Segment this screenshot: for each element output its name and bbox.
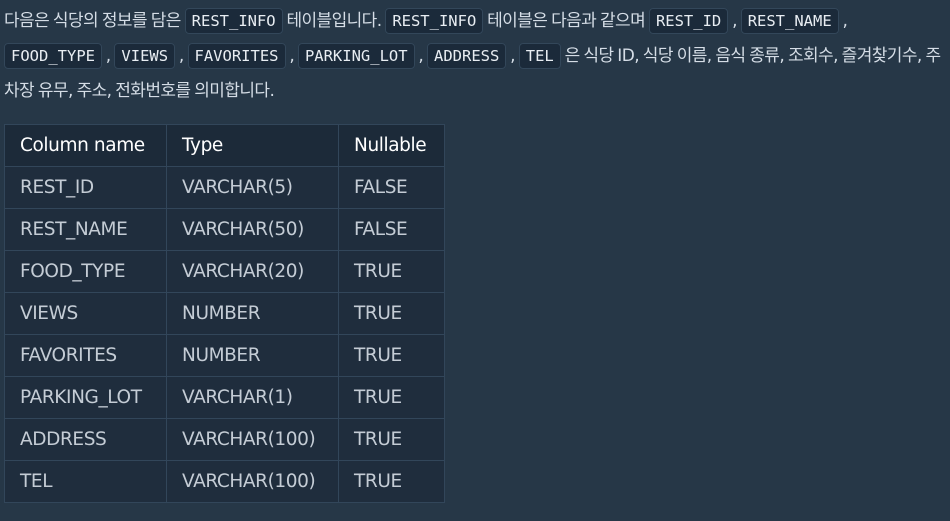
inline-code-column: ADDRESS: [427, 43, 507, 69]
cell-column-name: REST_NAME: [4, 208, 167, 251]
table-row: FAVORITES NUMBER TRUE: [4, 334, 445, 377]
table-header-row: Column name Type Nullable: [4, 124, 445, 167]
description-text: 테이블입니다.: [282, 11, 386, 31]
description-text: 테이블은 다음과 같으며: [483, 11, 649, 31]
cell-nullable: FALSE: [338, 208, 445, 251]
table-row: REST_NAME VARCHAR(50) FALSE: [4, 208, 445, 251]
description-text: 다음은 식당의 정보를 담은: [4, 11, 185, 31]
schema-table: Column name Type Nullable REST_ID VARCHA…: [4, 124, 445, 503]
table-row: PARKING_LOT VARCHAR(1) TRUE: [4, 376, 445, 419]
separator: ,: [728, 11, 741, 31]
cell-nullable: FALSE: [338, 166, 445, 209]
cell-column-name: REST_ID: [4, 166, 167, 209]
cell-nullable: TRUE: [338, 418, 445, 461]
problem-content: 다음은 식당의 정보를 담은 REST_INFO 테이블입니다. REST_IN…: [0, 0, 950, 521]
cell-type: VARCHAR(20): [166, 250, 339, 293]
column-header-nullable: Nullable: [338, 124, 445, 167]
cell-nullable: TRUE: [338, 292, 445, 335]
inline-code-column: REST_ID: [648, 8, 729, 34]
inline-code-column: VIEWS: [114, 43, 176, 69]
separator: ,: [102, 46, 115, 66]
table-row: TEL VARCHAR(100) TRUE: [4, 460, 445, 503]
cell-type: VARCHAR(5): [166, 166, 339, 209]
inline-code-column: PARKING_LOT: [297, 43, 415, 69]
cell-nullable: TRUE: [338, 334, 445, 377]
table-row: FOOD_TYPE VARCHAR(20) TRUE: [4, 250, 445, 293]
cell-type: VARCHAR(100): [166, 460, 339, 503]
separator: ,: [506, 46, 519, 66]
table-row: ADDRESS VARCHAR(100) TRUE: [4, 418, 445, 461]
inline-code-column: FAVORITES: [187, 43, 286, 69]
cell-type: VARCHAR(50): [166, 208, 339, 251]
separator: ,: [838, 11, 848, 31]
cell-type: NUMBER: [166, 292, 339, 335]
inline-code-column: REST_NAME: [740, 8, 839, 34]
cell-column-name: VIEWS: [4, 292, 167, 335]
cell-nullable: TRUE: [338, 376, 445, 419]
separator: ,: [285, 46, 298, 66]
inline-code-column: TEL: [518, 43, 561, 69]
cell-column-name: TEL: [4, 460, 167, 503]
cell-column-name: ADDRESS: [4, 418, 167, 461]
separator: ,: [414, 46, 428, 66]
cell-type: VARCHAR(100): [166, 418, 339, 461]
inline-code-table-name: REST_INFO: [184, 8, 283, 34]
cell-column-name: FOOD_TYPE: [4, 250, 167, 293]
table-row: REST_ID VARCHAR(5) FALSE: [4, 166, 445, 209]
column-header-type: Type: [166, 124, 339, 167]
inline-code-column: FOOD_TYPE: [4, 43, 102, 69]
table-description: 다음은 식당의 정보를 담은 REST_INFO 테이블입니다. REST_IN…: [4, 4, 946, 109]
cell-nullable: TRUE: [338, 250, 445, 293]
cell-nullable: TRUE: [338, 460, 445, 503]
cell-type: NUMBER: [166, 334, 339, 377]
cell-type: VARCHAR(1): [166, 376, 339, 419]
separator: ,: [175, 46, 188, 66]
inline-code-table-name: REST_INFO: [385, 8, 484, 34]
cell-column-name: FAVORITES: [4, 334, 167, 377]
cell-column-name: PARKING_LOT: [4, 376, 167, 419]
column-header-name: Column name: [4, 124, 167, 167]
table-row: VIEWS NUMBER TRUE: [4, 292, 445, 335]
